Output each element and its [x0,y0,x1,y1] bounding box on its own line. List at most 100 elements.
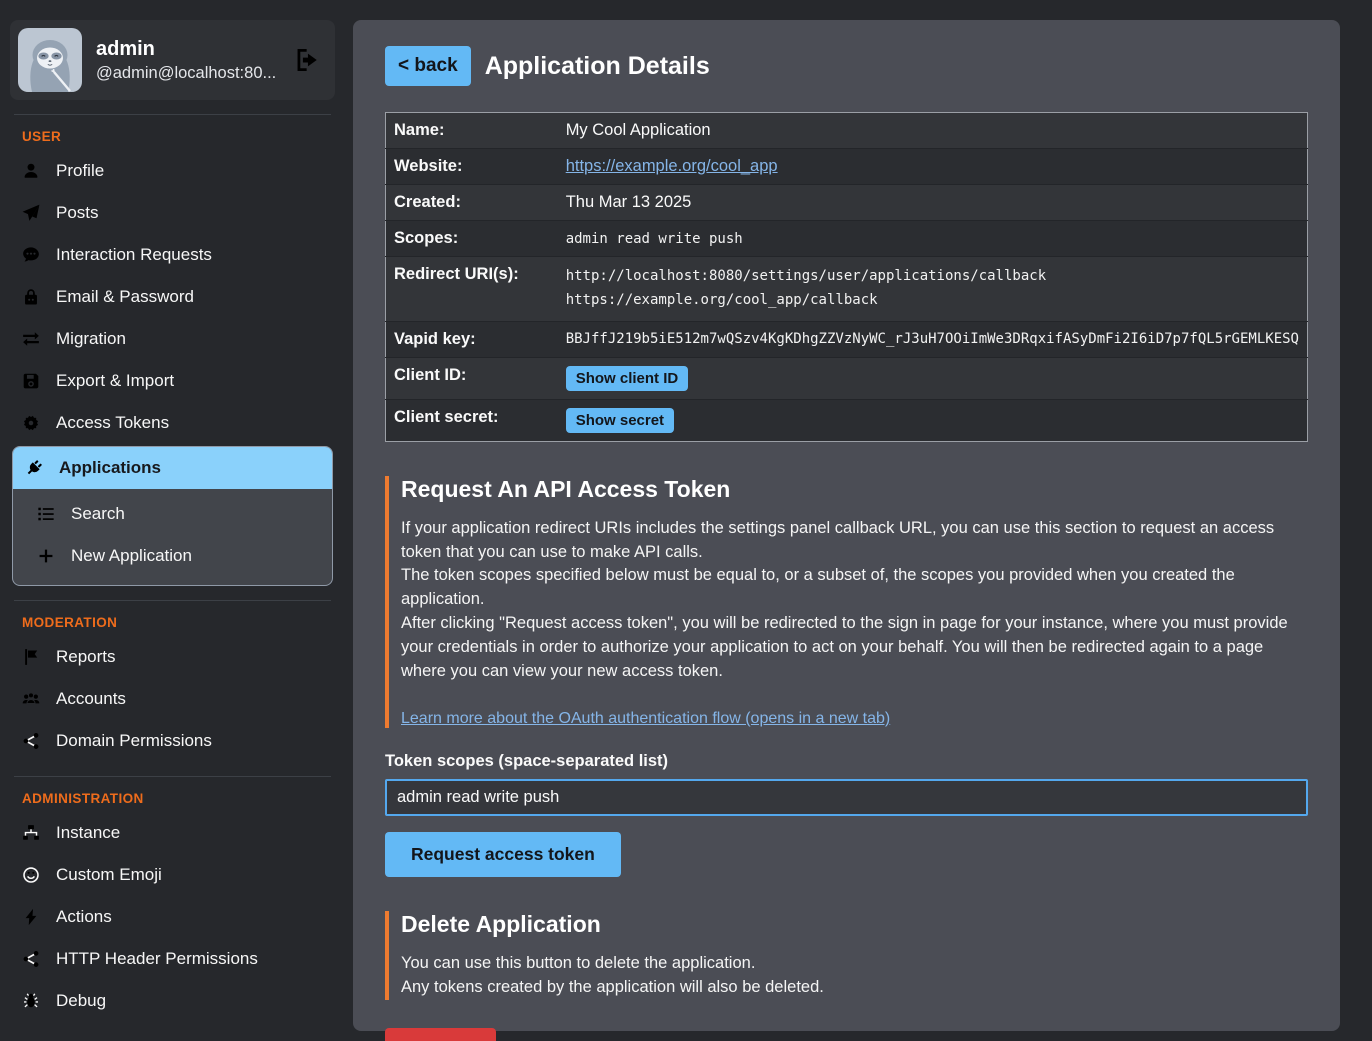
table-row-website: Website: https://example.org/cool_app [386,149,1308,185]
list-icon [37,505,55,523]
sidebar-item-label: Domain Permissions [56,731,212,751]
sidebar-item-label: Applications [59,458,161,478]
table-row-vapid-key: Vapid key: BBJffJ219b5iE512m7wQSzv4KgKDh… [386,321,1308,357]
sidebar-section-moderation: MODERATION [22,615,335,630]
row-value: My Cool Application [558,113,1308,149]
sidebar-item-label: Email & Password [56,287,194,307]
user-meta: admin @admin@localhost:80... [96,38,279,83]
row-label: Vapid key: [386,321,558,357]
share-nodes-icon [22,732,40,750]
certificate-icon [22,414,40,432]
bug-icon [22,992,40,1010]
share-nodes-icon [22,950,40,968]
sidebar-item-label: Profile [56,161,104,181]
row-label: Client ID: [386,357,558,399]
sidebar-item-new-application[interactable]: New Application [25,535,332,577]
table-row-scopes: Scopes: admin read write push [386,221,1308,257]
floppy-disk-icon [22,372,40,390]
sidebar-item-http-header-permissions[interactable]: HTTP Header Permissions [10,938,335,980]
smile-icon [22,866,40,884]
row-value: BBJffJ219b5iE512m7wQSzv4KgKDhgZZVzNyWC_r… [558,321,1308,357]
show-client-id-button[interactable]: Show client ID [566,366,689,391]
user-card[interactable]: admin @admin@localhost:80... [10,20,335,100]
sidebar-item-label: Posts [56,203,99,223]
section-paragraph: If your application redirect URIs includ… [401,517,1308,565]
section-paragraph: After clicking "Request access token", y… [401,612,1308,684]
sidebar-item-label: Reports [56,647,116,667]
divider [14,776,331,777]
users-icon [22,690,40,708]
page-header: < back Application Details [385,46,1308,86]
table-row-client-secret: Client secret: Show secret [386,399,1308,441]
sidebar-item-applications[interactable]: Applications [13,447,332,489]
applications-submenu: Search New Application [13,489,332,585]
sidebar: admin @admin@localhost:80... USER Profil… [0,0,345,1041]
sidebar-item-accounts[interactable]: Accounts [10,678,335,720]
section-line: Any tokens created by the application wi… [401,976,1308,1000]
show-secret-button[interactable]: Show secret [566,408,674,433]
user-handle: @admin@localhost:80... [96,64,279,83]
sidebar-item-custom-emoji[interactable]: Custom Emoji [10,854,335,896]
plus-icon [37,547,55,565]
row-label: Website: [386,149,558,185]
sidebar-item-posts[interactable]: Posts [10,192,335,234]
sidebar-item-instance[interactable]: Instance [10,812,335,854]
comment-dots-icon [22,246,40,264]
sidebar-item-email-password[interactable]: Email & Password [10,276,335,318]
sidebar-item-access-tokens[interactable]: Access Tokens [10,402,335,444]
flag-icon [22,648,40,666]
row-value: admin read write push [558,221,1308,257]
token-scopes-label: Token scopes (space-separated list) [385,752,1308,771]
table-row-created: Created: Thu Mar 13 2025 [386,185,1308,221]
paper-plane-icon [22,204,40,222]
sidebar-item-interaction-requests[interactable]: Interaction Requests [10,234,335,276]
sidebar-item-debug[interactable]: Debug [10,980,335,1022]
table-row-name: Name: My Cool Application [386,113,1308,149]
section-title: Delete Application [401,911,1308,938]
sidebar-item-migration[interactable]: Migration [10,318,335,360]
redirect-uri: https://example.org/cool_app/callback [566,289,1299,313]
sidebar-item-domain-permissions[interactable]: Domain Permissions [10,720,335,762]
avatar [18,28,82,92]
back-button[interactable]: < back [385,46,471,86]
exchange-arrows-icon [22,330,40,348]
sidebar-item-reports[interactable]: Reports [10,636,335,678]
oauth-docs-link[interactable]: Learn more about the OAuth authenticatio… [401,710,890,728]
sidebar-item-applications-search[interactable]: Search [25,493,332,535]
row-label: Redirect URI(s): [386,257,558,322]
user-display-name: admin [96,38,279,61]
main-panel: < back Application Details Name: My Cool… [353,20,1340,1031]
bolt-icon [22,908,40,926]
delete-application-section: Delete Application You can use this butt… [385,911,1308,1000]
sidebar-item-label: Search [71,504,125,524]
sidebar-item-export-import[interactable]: Export & Import [10,360,335,402]
application-details-table: Name: My Cool Application Website: https… [385,112,1308,442]
sign-out-icon[interactable] [293,47,319,73]
sidebar-section-administration: ADMINISTRATION [22,791,335,806]
redirect-uri: http://localhost:8080/settings/user/appl… [566,265,1299,289]
row-value: Thu Mar 13 2025 [558,185,1308,221]
sidebar-applications-group: Applications Search New Application [12,446,333,586]
sidebar-item-label: Accounts [56,689,126,709]
plug-icon [25,459,43,477]
sidebar-item-label: Debug [56,991,106,1011]
delete-button[interactable]: Delete [385,1028,496,1041]
sidebar-section-user: USER [22,129,335,144]
row-label: Name: [386,113,558,149]
lock-icon [22,288,40,306]
sidebar-item-label: Access Tokens [56,413,169,433]
sidebar-item-label: Export & Import [56,371,174,391]
divider [14,600,331,601]
website-link[interactable]: https://example.org/cool_app [566,157,778,175]
page-title: Application Details [485,52,710,81]
sidebar-item-label: Interaction Requests [56,245,212,265]
sidebar-item-actions[interactable]: Actions [10,896,335,938]
section-paragraph: The token scopes specified below must be… [401,564,1308,612]
sidebar-item-label: Migration [56,329,126,349]
sitemap-icon [22,824,40,842]
token-scopes-input[interactable] [385,779,1308,816]
sidebar-item-profile[interactable]: Profile [10,150,335,192]
request-access-token-button[interactable]: Request access token [385,832,621,877]
sidebar-item-label: Instance [56,823,120,843]
row-label: Client secret: [386,399,558,441]
